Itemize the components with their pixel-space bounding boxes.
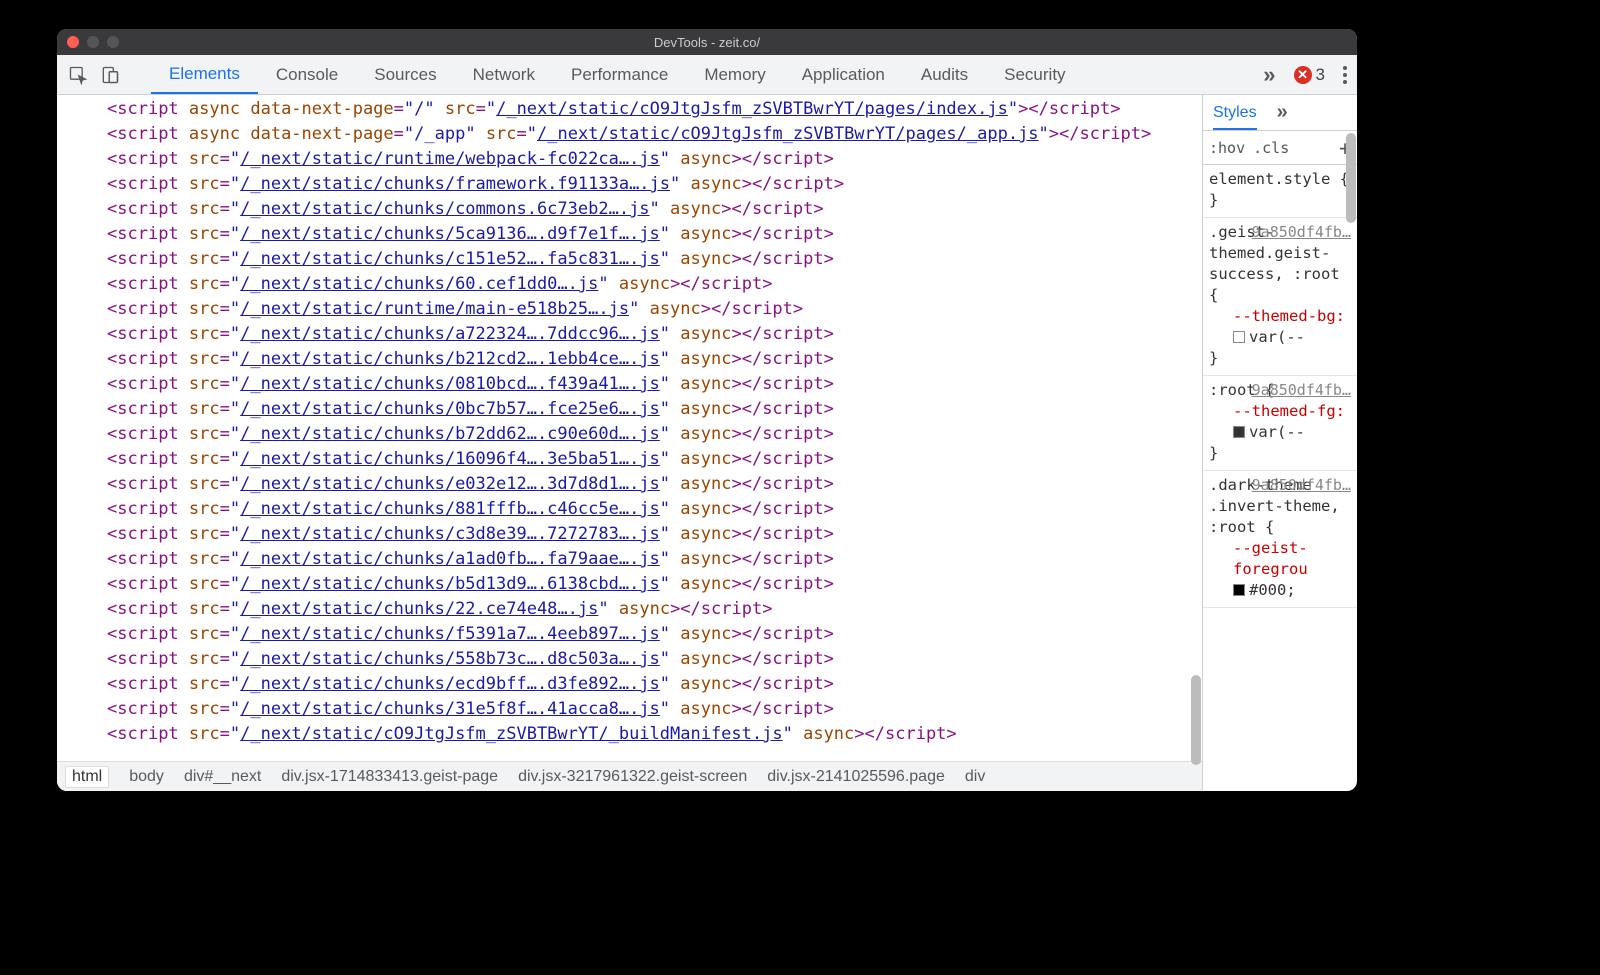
devtools-toolbar: ElementsConsoleSourcesNetworkPerformance… xyxy=(57,55,1357,95)
traffic-lights xyxy=(67,36,119,48)
more-tabs-icon[interactable]: » xyxy=(1263,62,1275,88)
dom-node[interactable]: <script src="/_next/static/runtime/webpa… xyxy=(107,147,1202,172)
styles-more-icon[interactable]: » xyxy=(1277,101,1288,124)
styles-tabbar: Styles » xyxy=(1203,95,1357,131)
inspect-element-icon[interactable] xyxy=(67,64,89,86)
close-window-button[interactable] xyxy=(67,36,79,48)
styles-rules[interactable]: element.style {}9a850df4fb….geist-themed… xyxy=(1203,165,1357,791)
panel-tabs: ElementsConsoleSourcesNetworkPerformance… xyxy=(151,55,1084,94)
rule-source-link[interactable]: 9a850df4fb… xyxy=(1252,475,1351,496)
breadcrumb-1[interactable]: body xyxy=(129,768,164,786)
main: <script async data-next-page="/" src="/_… xyxy=(57,95,1357,791)
dom-node[interactable]: <script src="/_next/static/chunks/60.cef… xyxy=(107,272,1202,297)
dom-node[interactable]: <script src="/_next/static/chunks/common… xyxy=(107,197,1202,222)
styles-filter-bar: :hov .cls + xyxy=(1203,131,1357,165)
dom-node[interactable]: <script src="/_next/static/chunks/c3d8e3… xyxy=(107,522,1202,547)
dom-node[interactable]: <script src="/_next/static/chunks/0810bc… xyxy=(107,372,1202,397)
dom-node[interactable]: <script src="/_next/static/chunks/0bc7b5… xyxy=(107,397,1202,422)
style-rule[interactable]: 9a850df4fb….dark-theme .invert-theme, :r… xyxy=(1203,471,1357,608)
styles-panel: Styles » :hov .cls + element.style {}9a8… xyxy=(1202,95,1357,791)
styles-tab[interactable]: Styles xyxy=(1213,104,1257,130)
scrollbar-thumb[interactable] xyxy=(1191,675,1201,765)
dom-node[interactable]: <script src="/_next/static/chunks/881fff… xyxy=(107,497,1202,522)
dom-node[interactable]: <script src="/_next/static/chunks/5ca913… xyxy=(107,222,1202,247)
tab-audits[interactable]: Audits xyxy=(903,55,986,94)
minimize-window-button[interactable] xyxy=(87,36,99,48)
dom-node[interactable]: <script src="/_next/static/chunks/a72232… xyxy=(107,322,1202,347)
window-title: DevTools - zeit.co/ xyxy=(654,35,760,50)
dom-tree[interactable]: <script async data-next-page="/" src="/_… xyxy=(57,95,1202,761)
error-count[interactable]: ✕ 3 xyxy=(1294,65,1325,85)
breadcrumb-5[interactable]: div.jsx-2141025596.page xyxy=(767,768,945,786)
error-icon: ✕ xyxy=(1294,66,1312,84)
dom-node[interactable]: <script src="/_next/static/chunks/e032e1… xyxy=(107,472,1202,497)
style-rule[interactable]: element.style {} xyxy=(1203,165,1357,218)
devtools-window: DevTools - zeit.co/ ElementsConsoleSourc… xyxy=(57,29,1357,791)
tab-sources[interactable]: Sources xyxy=(356,55,454,94)
tab-elements[interactable]: Elements xyxy=(151,55,258,94)
dom-node[interactable]: <script src="/_next/static/chunks/31e5f8… xyxy=(107,697,1202,722)
dom-node[interactable]: <script src="/_next/static/chunks/framew… xyxy=(107,172,1202,197)
cls-toggle[interactable]: .cls xyxy=(1253,139,1289,157)
dom-node[interactable]: <script src="/_next/static/chunks/c151e5… xyxy=(107,247,1202,272)
dom-node[interactable]: <script async data-next-page="/_app" src… xyxy=(107,122,1202,147)
device-toolbar-icon[interactable] xyxy=(99,64,121,86)
dom-node[interactable]: <script src="/_next/static/runtime/main-… xyxy=(107,297,1202,322)
tab-console[interactable]: Console xyxy=(258,55,356,94)
dom-node[interactable]: <script src="/_next/static/cO9JtgJsfm_zS… xyxy=(107,722,1202,747)
dom-node[interactable]: <script src="/_next/static/chunks/f5391a… xyxy=(107,622,1202,647)
zoom-window-button[interactable] xyxy=(107,36,119,48)
tab-security[interactable]: Security xyxy=(986,55,1083,94)
style-rule[interactable]: 9a850df4fb…:root {--themed-fg:var(--} xyxy=(1203,376,1357,471)
dom-node[interactable]: <script src="/_next/static/chunks/16096f… xyxy=(107,447,1202,472)
styles-scrollbar-thumb[interactable] xyxy=(1346,133,1356,223)
elements-panel: <script async data-next-page="/" src="/_… xyxy=(57,95,1202,791)
dom-node[interactable]: <script src="/_next/static/chunks/b72dd6… xyxy=(107,422,1202,447)
breadcrumb-bar: html body div#__next div.jsx-1714833413.gei… xyxy=(57,761,1202,791)
tab-network[interactable]: Network xyxy=(455,55,553,94)
dom-node[interactable]: <script src="/_next/static/chunks/ecd9bf… xyxy=(107,672,1202,697)
dom-node[interactable]: <script src="/_next/static/chunks/a1ad0f… xyxy=(107,547,1202,572)
titlebar: DevTools - zeit.co/ xyxy=(57,29,1357,55)
breadcrumb-0[interactable]: html xyxy=(65,766,109,788)
rule-source-link[interactable]: 9a850df4fb… xyxy=(1252,380,1351,401)
tab-application[interactable]: Application xyxy=(784,55,903,94)
breadcrumb-2[interactable]: div#__next xyxy=(184,768,261,786)
toolbar-right: » ✕ 3 xyxy=(1263,62,1347,88)
style-rule[interactable]: 9a850df4fb….geist-themed.geist-success, … xyxy=(1203,218,1357,376)
dom-node[interactable]: <script src="/_next/static/chunks/558b73… xyxy=(107,647,1202,672)
error-count-value: 3 xyxy=(1316,65,1325,85)
rule-source-link[interactable]: 9a850df4fb… xyxy=(1252,222,1351,243)
breadcrumb-4[interactable]: div.jsx-3217961322.geist-screen xyxy=(518,768,747,786)
settings-menu-icon[interactable] xyxy=(1343,66,1347,84)
breadcrumb-6[interactable]: div xyxy=(965,768,985,786)
breadcrumb-3[interactable]: div.jsx-1714833413.geist-page xyxy=(281,768,498,786)
tab-performance[interactable]: Performance xyxy=(553,55,686,94)
dom-node[interactable]: <script src="/_next/static/chunks/b5d13d… xyxy=(107,572,1202,597)
dom-node[interactable]: <script async data-next-page="/" src="/_… xyxy=(107,97,1202,122)
dom-node[interactable]: <script src="/_next/static/chunks/22.ce7… xyxy=(107,597,1202,622)
tab-memory[interactable]: Memory xyxy=(686,55,783,94)
hov-toggle[interactable]: :hov xyxy=(1209,139,1245,157)
dom-node[interactable]: <script src="/_next/static/chunks/b212cd… xyxy=(107,347,1202,372)
